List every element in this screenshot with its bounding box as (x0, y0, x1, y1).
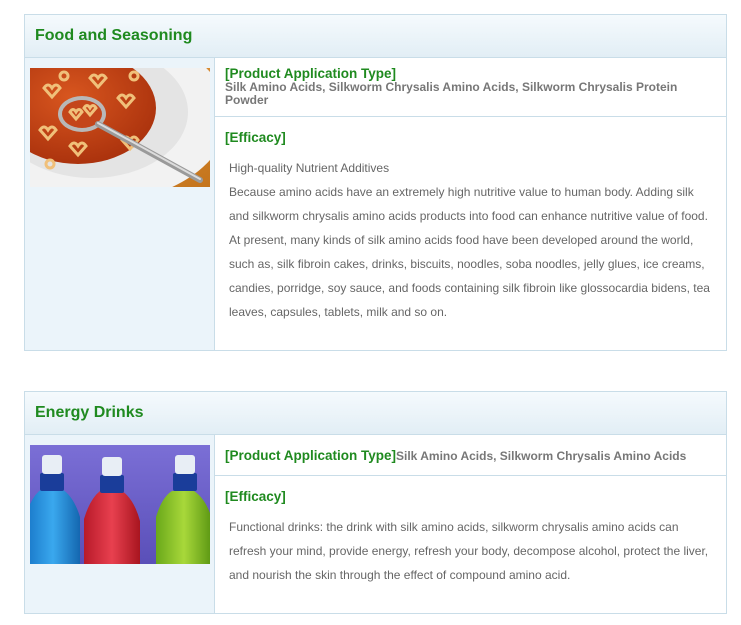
product-type-value: Silk Amino Acids, Silkworm Chrysalis Ami… (396, 449, 687, 463)
efficacy-text: High-quality Nutrient Additives Because … (225, 156, 716, 324)
section-header: Energy Drinks (25, 392, 726, 435)
efficacy-paragraph: Because amino acids have an extremely hi… (229, 185, 710, 319)
section-food-and-seasoning: Food and Seasoning [Product Application … (24, 14, 727, 351)
content-column: [Product Application Type]Silk Amino Aci… (215, 435, 726, 613)
content-column: [Product Application Type] Silk Amino Ac… (215, 58, 726, 350)
section-energy-drinks: Energy Drinks [Product Application Type]… (24, 391, 727, 614)
product-type-box: [Product Application Type]Silk Amino Aci… (215, 435, 726, 476)
efficacy-label: [Efficacy] (225, 130, 286, 145)
product-type-box: [Product Application Type] Silk Amino Ac… (215, 58, 726, 117)
section-header: Food and Seasoning (25, 15, 726, 58)
product-type-label: [Product Application Type] (225, 66, 396, 81)
image-column (25, 58, 215, 350)
soup-photo (30, 68, 210, 187)
section-title: Food and Seasoning (35, 27, 193, 44)
efficacy-box: [Efficacy] High-quality Nutrient Additiv… (215, 117, 726, 324)
section-title: Energy Drinks (35, 404, 144, 421)
section-body: [Product Application Type] Silk Amino Ac… (25, 58, 726, 350)
efficacy-text: Functional drinks: the drink with silk a… (225, 515, 716, 587)
efficacy-paragraph: Functional drinks: the drink with silk a… (229, 520, 709, 582)
image-column (25, 435, 215, 613)
product-type-value: Silk Amino Acids, Silkworm Chrysalis Ami… (225, 80, 678, 107)
efficacy-label: [Efficacy] (225, 489, 286, 504)
drink-bottles-photo (30, 445, 210, 564)
efficacy-subtitle: High-quality Nutrient Additives (229, 161, 390, 175)
section-body: [Product Application Type]Silk Amino Aci… (25, 435, 726, 613)
product-type-label: [Product Application Type] (225, 448, 396, 463)
efficacy-box: [Efficacy] Functional drinks: the drink … (215, 476, 726, 587)
